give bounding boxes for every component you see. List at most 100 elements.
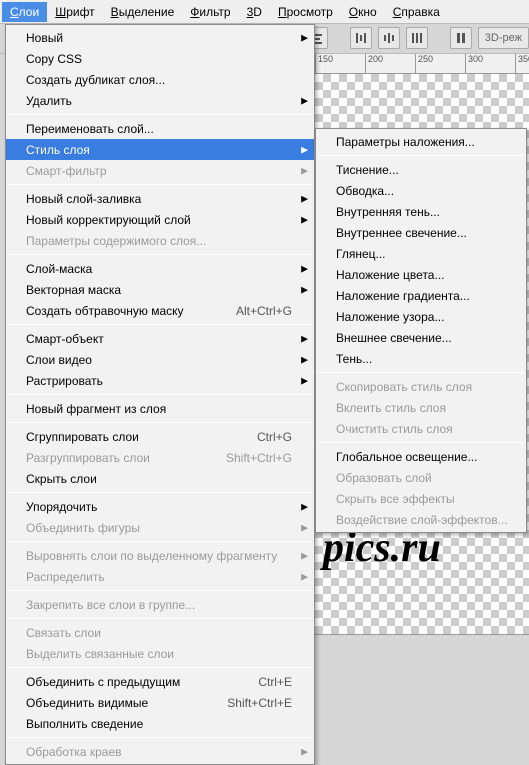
- menu-item-label: Новый корректирующий слой: [26, 213, 292, 227]
- mode-3d-button[interactable]: 3D-реж: [478, 27, 529, 49]
- menubar-item[interactable]: Фильтр: [182, 2, 238, 22]
- submenu-layer-style-item[interactable]: Внешнее свечение...: [316, 327, 526, 348]
- menu-item-label: Образовать слой: [336, 471, 504, 485]
- menubar-item[interactable]: Слои: [2, 2, 47, 22]
- menu-item-label: Удалить: [26, 94, 292, 108]
- menu-layers-item[interactable]: Упорядочить▶: [6, 496, 314, 517]
- submenu-layer-style-item: Воздействие слой-эффектов...: [316, 509, 526, 530]
- submenu-layer-style-item[interactable]: Глобальное освещение...: [316, 446, 526, 467]
- menu-item-shortcut: Shift+Ctrl+E: [227, 696, 292, 710]
- menu-layers-item[interactable]: Удалить▶: [6, 90, 314, 111]
- submenu-layer-style: Параметры наложения... Тиснение...Обводка…: [315, 128, 527, 533]
- menu-separator: [8, 590, 312, 591]
- menubar-item[interactable]: Просмотр: [270, 2, 341, 22]
- menu-layers-item[interactable]: Выполнить сведение: [6, 713, 314, 734]
- menu-separator: [318, 442, 524, 443]
- submenu-arrow-icon: ▶: [301, 354, 308, 365]
- menu-layers-item: Выделить связанные слои: [6, 643, 314, 664]
- menu-item-label: Новый слой-заливка: [26, 192, 292, 206]
- menu-item-label: Скопировать стиль слоя: [336, 380, 504, 394]
- menu-separator: [8, 492, 312, 493]
- menubar-item[interactable]: Окно: [341, 2, 385, 22]
- submenu-layer-style-item[interactable]: Внутреннее свечение...: [316, 222, 526, 243]
- submenu-layer-style-item[interactable]: Наложение узора...: [316, 306, 526, 327]
- submenu-arrow-icon: ▶: [301, 32, 308, 43]
- submenu-layer-style-item[interactable]: Внутренняя тень...: [316, 201, 526, 222]
- menu-layers-item[interactable]: Объединить с предыдущимCtrl+E: [6, 671, 314, 692]
- menu-layers-item: Обработка краев▶: [6, 741, 314, 762]
- submenu-layer-style-item: Очистить стиль слоя: [316, 418, 526, 439]
- menu-item-label: Наложение цвета...: [336, 268, 504, 282]
- menu-layers-item[interactable]: Скрыть слои: [6, 468, 314, 489]
- menu-item-label: Выделить связанные слои: [26, 647, 292, 661]
- menubar-item[interactable]: Справка: [385, 2, 448, 22]
- menu-item-label: Очистить стиль слоя: [336, 422, 504, 436]
- submenu-layer-style-item[interactable]: Параметры наложения...: [316, 131, 526, 152]
- canvas-outside: [315, 634, 529, 726]
- menu-layers-item[interactable]: Слои видео▶: [6, 349, 314, 370]
- menu-item-label: Разгруппировать слои: [26, 451, 226, 465]
- menubar-item[interactable]: Шрифт: [47, 2, 102, 22]
- menu-separator: [318, 155, 524, 156]
- menu-item-label: Закрепить все слои в группе...: [26, 598, 292, 612]
- menu-layers-item[interactable]: Сгруппировать слоиCtrl+G: [6, 426, 314, 447]
- distribute-icon-4[interactable]: [450, 27, 472, 49]
- menu-layers-item: Разгруппировать слоиShift+Ctrl+G: [6, 447, 314, 468]
- menu-layers-item[interactable]: Смарт-объект▶: [6, 328, 314, 349]
- menu-item-label: Глобальное освещение...: [336, 450, 504, 464]
- menu-item-label: Векторная маска: [26, 283, 292, 297]
- menu-item-label: Внутренняя тень...: [336, 205, 504, 219]
- menu-layers-item[interactable]: Переименовать слой...: [6, 118, 314, 139]
- ruler-tick: 200: [365, 54, 383, 74]
- menu-item-label: Новый фрагмент из слоя: [26, 402, 292, 416]
- submenu-layer-style-item: Скрыть все эффекты: [316, 488, 526, 509]
- submenu-arrow-icon: ▶: [301, 193, 308, 204]
- menu-item-shortcut: Shift+Ctrl+G: [226, 451, 292, 465]
- menu-item-label: Внутреннее свечение...: [336, 226, 504, 240]
- menu-layers-item[interactable]: Векторная маска▶: [6, 279, 314, 300]
- distribute-icon-3[interactable]: [406, 27, 428, 49]
- menu-layers-item: Смарт-фильтр ▶: [6, 160, 314, 181]
- menu-layers-item: Распределить▶: [6, 566, 314, 587]
- distribute-icon-1[interactable]: [350, 27, 372, 49]
- menu-item-label: Переименовать слой...: [26, 122, 292, 136]
- menubar-item[interactable]: Выделение: [103, 2, 183, 22]
- menu-layers-item[interactable]: Растрировать▶: [6, 370, 314, 391]
- submenu-layer-style-item[interactable]: Наложение градиента...: [316, 285, 526, 306]
- menu-item-label: Вклеить стиль слоя: [336, 401, 504, 415]
- menu-layers-item[interactable]: Создать дубликат слоя...: [6, 69, 314, 90]
- submenu-layer-style-item[interactable]: Тень...: [316, 348, 526, 369]
- menu-item-label: Стиль слоя: [26, 143, 292, 157]
- menu-layers-item[interactable]: Новый▶: [6, 27, 314, 48]
- submenu-arrow-icon: ▶: [301, 263, 308, 274]
- menu-layers-item[interactable]: Слой-маска▶: [6, 258, 314, 279]
- submenu-layer-style-item[interactable]: Обводка...: [316, 180, 526, 201]
- menu-item-label: Скрыть слои: [26, 472, 292, 486]
- submenu-arrow-icon: ▶: [301, 165, 308, 176]
- menu-layers-item[interactable]: Новый фрагмент из слоя: [6, 398, 314, 419]
- submenu-layer-style-item[interactable]: Тиснение...: [316, 159, 526, 180]
- menu-item-label: Внешнее свечение...: [336, 331, 504, 345]
- menu-item-label: Наложение градиента...: [336, 289, 504, 303]
- submenu-layer-style-item: Образовать слой: [316, 467, 526, 488]
- menu-layers-item[interactable]: Стиль слоя▶: [6, 139, 314, 160]
- menu-layers-item[interactable]: Объединить видимыеShift+Ctrl+E: [6, 692, 314, 713]
- ruler-tick: 300: [465, 54, 483, 74]
- menu-item-label: Смарт-фильтр: [26, 164, 292, 178]
- distribute-icon-2[interactable]: [378, 27, 400, 49]
- submenu-arrow-icon: ▶: [301, 746, 308, 757]
- menu-item-label: Создать обтравочную маску: [26, 304, 236, 318]
- menu-layers-item[interactable]: Copy CSS: [6, 48, 314, 69]
- menubar-item[interactable]: 3D: [239, 2, 270, 22]
- submenu-layer-style-item[interactable]: Глянец...: [316, 243, 526, 264]
- menu-separator: [8, 254, 312, 255]
- menu-layers-item[interactable]: Новый корректирующий слой▶: [6, 209, 314, 230]
- menu-item-label: Тень...: [336, 352, 504, 366]
- menu-layers-item[interactable]: Создать обтравочную маскуAlt+Ctrl+G: [6, 300, 314, 321]
- menu-separator: [8, 184, 312, 185]
- submenu-layer-style-item[interactable]: Наложение цвета...: [316, 264, 526, 285]
- menu-item-label: Упорядочить: [26, 500, 292, 514]
- menu-separator: [8, 618, 312, 619]
- menu-layers-item[interactable]: Новый слой-заливка ▶: [6, 188, 314, 209]
- menu-item-shortcut: Alt+Ctrl+G: [236, 304, 292, 318]
